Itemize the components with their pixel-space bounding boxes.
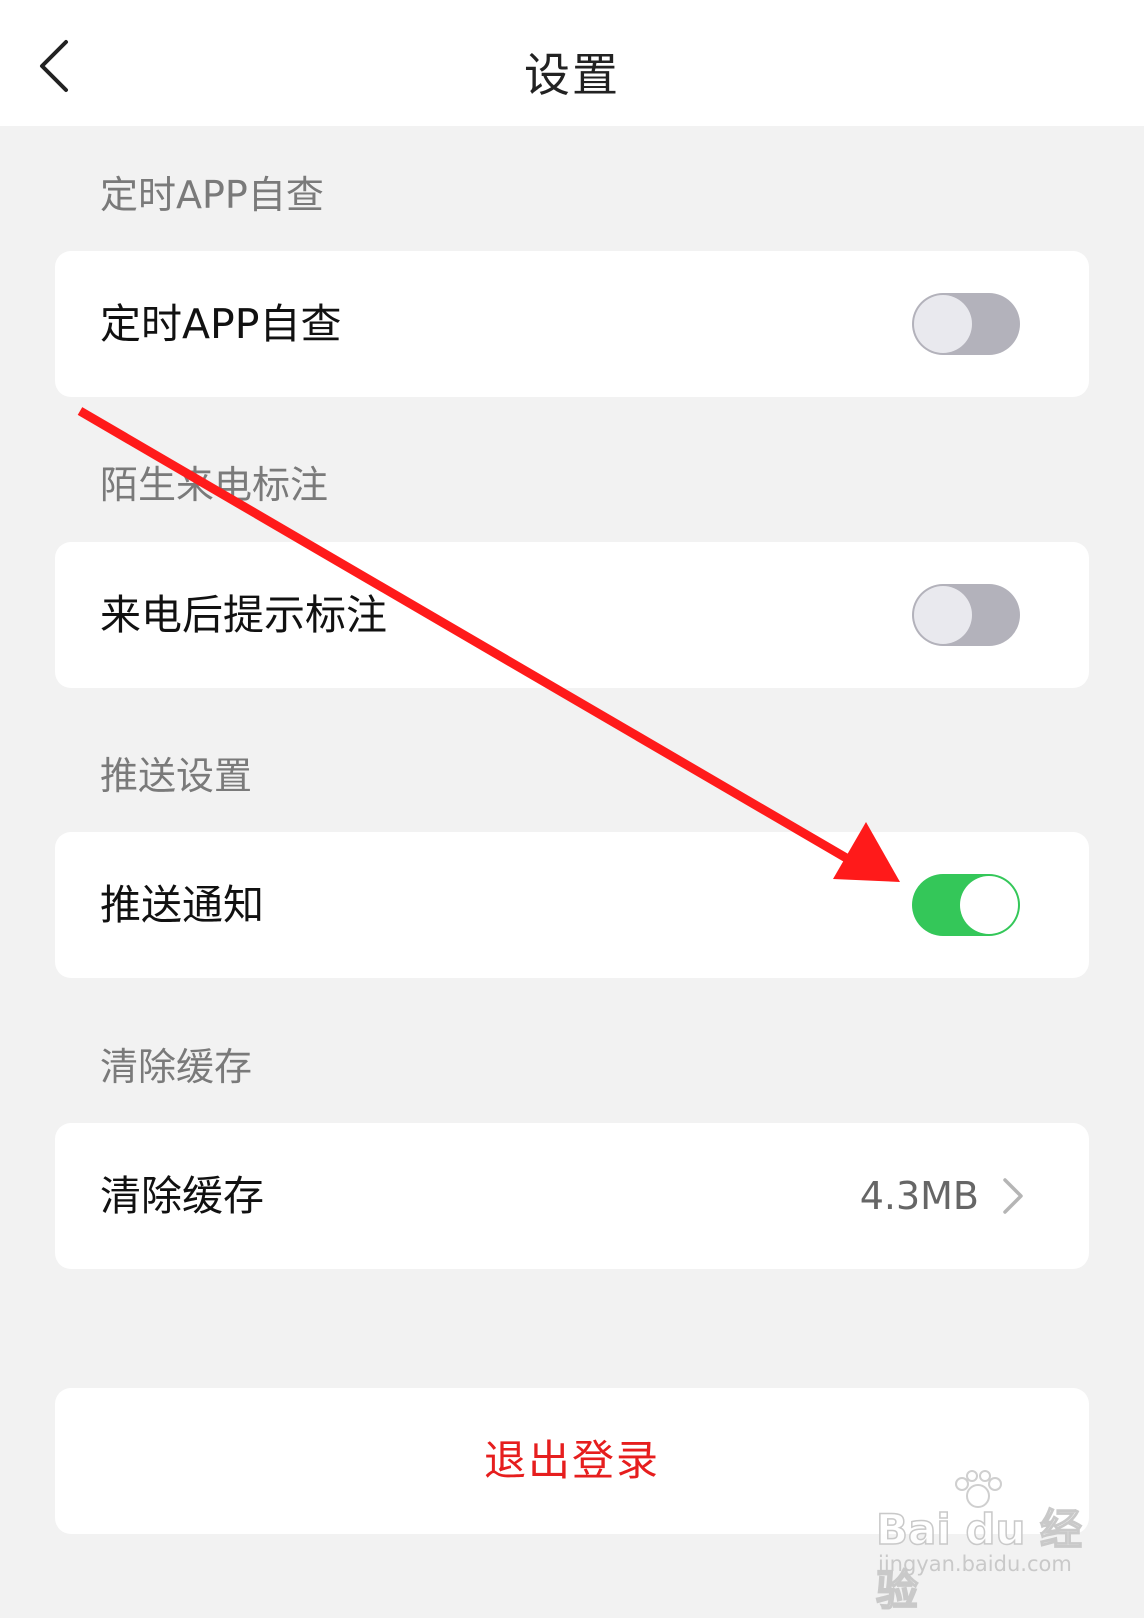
- watermark-url: jingyan.baidu.com: [878, 1552, 1072, 1576]
- logout-button[interactable]: 退出登录: [55, 1388, 1089, 1534]
- push-notification-toggle[interactable]: [912, 874, 1020, 936]
- row-label-caller-tag: 来电后提示标注: [100, 591, 387, 639]
- settings-row-app-check: 定时APP自查: [55, 251, 1089, 397]
- settings-row-clear-cache[interactable]: 清除缓存 4.3MB: [55, 1123, 1089, 1269]
- toggle-knob: [960, 876, 1018, 934]
- toggle-knob: [914, 586, 972, 644]
- page-title: 设置: [524, 48, 620, 102]
- chevron-right-icon: [1003, 1178, 1023, 1214]
- section-label-cache: 清除缓存: [100, 1045, 253, 1089]
- settings-row-caller-tag: 来电后提示标注: [55, 542, 1089, 688]
- section-label-app-check: 定时APP自查: [100, 173, 324, 217]
- row-label-app-check: 定时APP自查: [100, 300, 342, 348]
- row-label-push-notification: 推送通知: [100, 881, 264, 929]
- section-label-push: 推送设置: [100, 754, 253, 798]
- toggle-knob: [914, 295, 972, 353]
- logout-label: 退出登录: [483, 1436, 660, 1485]
- section-label-caller-tag: 陌生来电标注: [100, 463, 329, 507]
- cache-size-value: 4.3MB: [859, 1174, 979, 1218]
- row-label-clear-cache: 清除缓存: [100, 1172, 264, 1220]
- settings-row-push-notification: 推送通知: [55, 832, 1089, 978]
- app-check-toggle[interactable]: [912, 293, 1020, 355]
- nav-bar: 设置: [0, 0, 1144, 126]
- caller-tag-toggle[interactable]: [912, 584, 1020, 646]
